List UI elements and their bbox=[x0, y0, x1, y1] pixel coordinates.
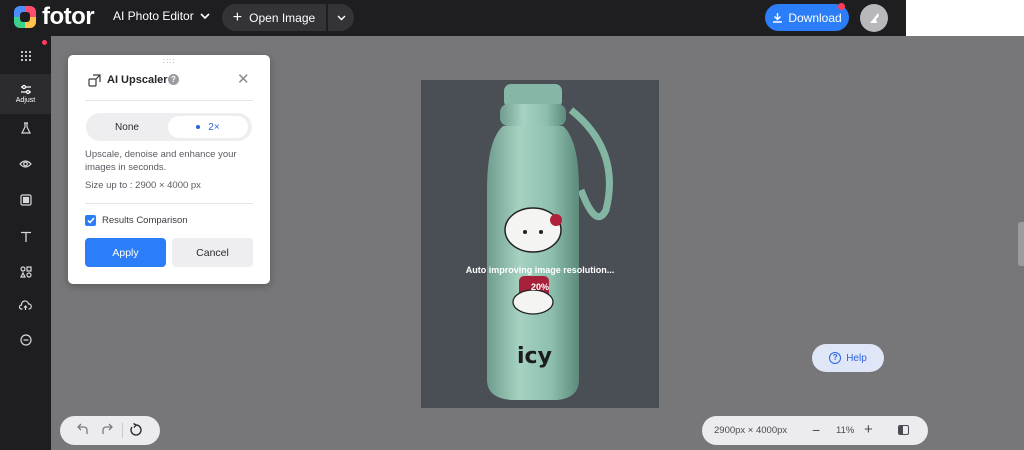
upscale-progress-overlay: Auto improving image resolution... 20% bbox=[421, 262, 659, 296]
selected-dot-icon bbox=[196, 125, 201, 129]
compare-icon[interactable] bbox=[898, 425, 909, 435]
help-button[interactable]: ? Help bbox=[812, 344, 884, 372]
reset-icon[interactable] bbox=[129, 423, 143, 437]
open-image-options-button[interactable] bbox=[328, 4, 354, 31]
zoom-level[interactable]: 11% bbox=[836, 425, 854, 436]
frame-icon bbox=[19, 194, 32, 206]
editor-mode-label: AI Photo Editor bbox=[113, 9, 194, 23]
progress-status-text: Auto improving image resolution... bbox=[465, 265, 615, 275]
divider bbox=[122, 423, 123, 438]
ai-upscaler-panel: ∷∷ AI Upscaler ? ✕ None 2× Upscale, deno… bbox=[68, 55, 270, 284]
divider bbox=[85, 203, 253, 204]
sidebar-item-adjust[interactable]: Adjust bbox=[0, 74, 51, 114]
editor-mode-dropdown[interactable]: AI Photo Editor bbox=[113, 9, 210, 23]
help-label: Help bbox=[846, 352, 867, 364]
apply-button[interactable]: Apply bbox=[85, 238, 166, 267]
beaker-icon bbox=[20, 121, 31, 134]
option-2x[interactable]: 2× bbox=[168, 116, 248, 138]
redo-icon[interactable] bbox=[100, 423, 114, 437]
product-photo: icy bbox=[421, 80, 659, 408]
upscaler-description: Upscale, denoise and enhance your images… bbox=[85, 149, 237, 173]
download-icon bbox=[773, 13, 783, 23]
zoom-controls: 2900px × 4000px − 11% + bbox=[702, 416, 928, 445]
cloud-upload-icon bbox=[19, 299, 32, 310]
sliders-icon bbox=[20, 84, 31, 95]
sidebar-item-frames[interactable] bbox=[0, 186, 51, 214]
left-toolbar: Adjust bbox=[0, 36, 51, 450]
fotor-logo[interactable]: fotor bbox=[14, 3, 95, 30]
download-button[interactable]: Download bbox=[765, 4, 849, 31]
open-image-group: + Open Image bbox=[222, 4, 354, 31]
close-icon[interactable]: ✕ bbox=[237, 72, 250, 87]
progress-percent: 20% bbox=[530, 282, 549, 292]
divider bbox=[85, 100, 253, 101]
canvas-image[interactable]: icy bbox=[421, 80, 659, 408]
sidebar-item-uploads[interactable] bbox=[0, 291, 51, 319]
sidebar-item-eye[interactable] bbox=[0, 150, 51, 178]
logo-text: fotor bbox=[42, 3, 95, 30]
open-image-label: Open Image bbox=[249, 10, 316, 25]
zoom-in-button[interactable]: + bbox=[864, 421, 873, 438]
chevron-down-icon bbox=[337, 15, 345, 20]
sidebar-item-elements[interactable] bbox=[0, 258, 51, 286]
sidebar-item-beauty[interactable] bbox=[0, 114, 51, 142]
right-panel-handle[interactable] bbox=[1018, 222, 1024, 266]
chevron-down-icon bbox=[200, 12, 210, 19]
option-none[interactable]: None bbox=[86, 113, 168, 141]
sidebar-item-label: Adjust bbox=[15, 97, 36, 104]
topbar-right-area bbox=[906, 0, 1024, 36]
image-dimensions: 2900px × 4000px bbox=[714, 425, 788, 436]
top-bar: fotor AI Photo Editor + Open Image Downl… bbox=[0, 0, 1024, 36]
question-icon[interactable]: ? bbox=[168, 74, 179, 85]
notification-dot bbox=[42, 40, 47, 45]
download-label: Download bbox=[788, 10, 842, 25]
bird-icon bbox=[870, 13, 879, 23]
upscale-icon bbox=[88, 74, 101, 87]
scale-toggle: None 2× bbox=[86, 113, 252, 141]
checkbox-checked-icon bbox=[85, 215, 96, 226]
bottle-brand-text: icy bbox=[517, 344, 552, 369]
question-icon: ? bbox=[829, 352, 842, 364]
drag-handle-icon[interactable]: ∷∷ bbox=[163, 58, 175, 66]
results-comparison-label: Results Comparison bbox=[102, 215, 188, 226]
zoom-out-button[interactable]: − bbox=[812, 422, 820, 438]
sidebar-item-more[interactable] bbox=[0, 326, 51, 354]
text-icon bbox=[20, 231, 31, 242]
option-2x-label: 2× bbox=[208, 121, 220, 133]
plus-icon: + bbox=[232, 8, 243, 26]
undo-icon[interactable] bbox=[76, 423, 90, 437]
grid-icon bbox=[20, 50, 31, 62]
size-limit-note: Size up to : 2900 × 4000 px bbox=[85, 180, 201, 191]
history-controls bbox=[60, 416, 160, 445]
user-avatar[interactable] bbox=[860, 4, 888, 32]
sidebar-item-templates[interactable] bbox=[0, 42, 51, 70]
cancel-button[interactable]: Cancel bbox=[172, 238, 253, 267]
results-comparison-checkbox[interactable]: Results Comparison bbox=[85, 215, 188, 226]
eye-icon bbox=[19, 160, 32, 168]
elements-icon bbox=[19, 266, 32, 278]
sidebar-item-text[interactable] bbox=[0, 223, 51, 251]
more-icon bbox=[19, 334, 32, 346]
notification-dot bbox=[838, 3, 845, 10]
open-image-button[interactable]: + Open Image bbox=[222, 4, 326, 31]
panel-title: AI Upscaler bbox=[107, 74, 168, 86]
fotor-logo-icon bbox=[14, 6, 36, 28]
